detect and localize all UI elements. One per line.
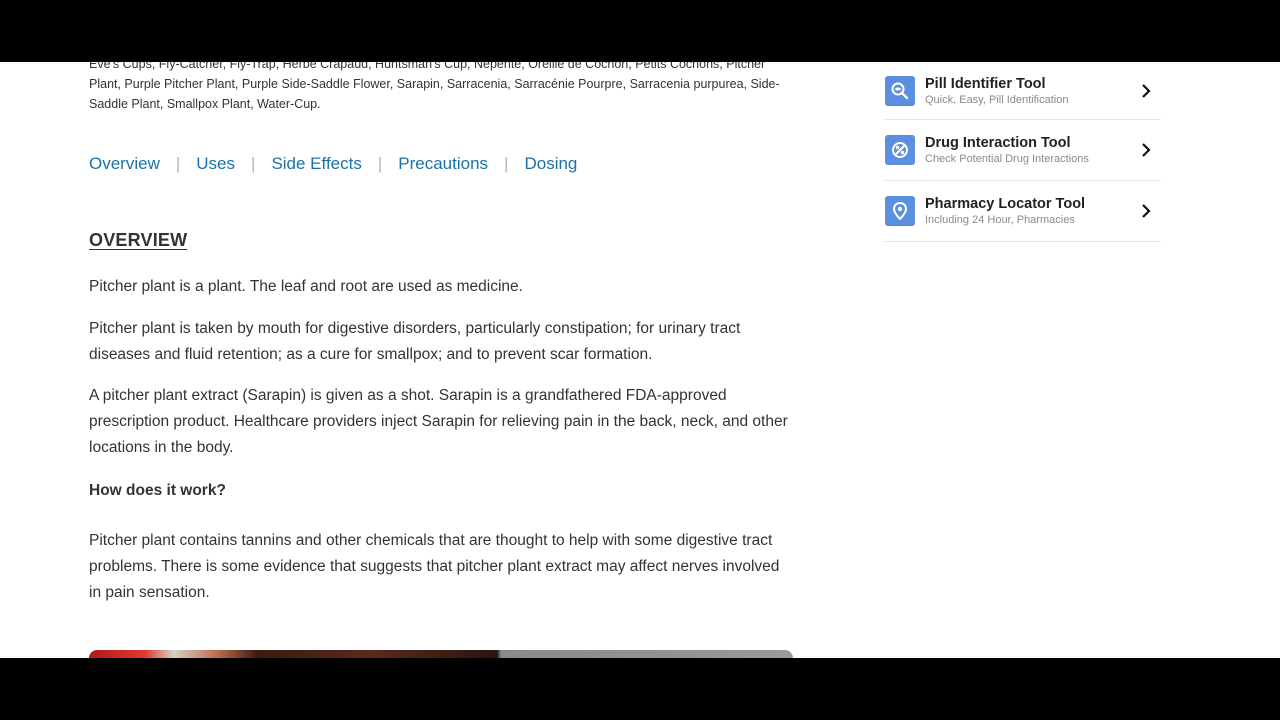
- tab-overview[interactable]: Overview: [89, 154, 160, 174]
- mechanism-paragraph: Pitcher plant contains tannins and other…: [89, 532, 780, 601]
- tab-side-effects[interactable]: Side Effects: [271, 154, 361, 174]
- tab-separator: |: [377, 154, 383, 173]
- tools-sidebar: Pill Identifier Tool Quick, Easy, Pill I…: [885, 62, 1161, 242]
- tool-subtitle: Quick, Easy, Pill Identification: [925, 93, 1069, 106]
- tab-dosing[interactable]: Dosing: [524, 154, 577, 174]
- tab-separator: |: [504, 154, 509, 173]
- article-image-strip: [89, 650, 793, 658]
- chevron-right-icon: [1142, 83, 1151, 98]
- tool-title: Pharmacy Locator Tool: [925, 196, 1086, 212]
- pharmacy-locator-tool-link[interactable]: Pharmacy Locator Tool Including 24 Hour,…: [885, 181, 1161, 242]
- pill-identifier-tool-link[interactable]: Pill Identifier Tool Quick, Easy, Pill I…: [885, 62, 1161, 120]
- overview-paragraph-2: Pitcher plant is taken by mouth for dige…: [89, 320, 741, 363]
- chevron-right-icon: [1142, 143, 1151, 157]
- tab-separator: |: [175, 154, 181, 173]
- subheading-how-it-works: How does it work?: [89, 482, 226, 499]
- tab-separator: |: [251, 154, 256, 173]
- overview-paragraph-3: A pitcher plant extract (Sarapin) is giv…: [89, 387, 788, 456]
- section-title-overview: OVERVIEW: [89, 230, 188, 250]
- page-viewport: Eve's Cups, Fly-Catcher, Fly-Trap, Herbe…: [0, 62, 1280, 658]
- drug-interaction-tool-link[interactable]: Drug Interaction Tool Check Potential Dr…: [885, 120, 1161, 181]
- interaction-icon: [885, 135, 915, 165]
- tool-title: Pill Identifier Tool: [925, 75, 1046, 92]
- overview-paragraph-1: Pitcher plant is a plant. The leaf and r…: [89, 278, 523, 295]
- alias-list: Eve's Cups, Fly-Catcher, Fly-Trap, Herbe…: [89, 62, 780, 111]
- pill-search-icon: [885, 75, 915, 106]
- tool-title: Drug Interaction Tool: [925, 135, 1071, 151]
- tab-precautions[interactable]: Precautions: [398, 154, 488, 174]
- tab-uses[interactable]: Uses: [196, 154, 235, 174]
- location-pin-icon: [885, 196, 915, 226]
- article-tabs: Overview | Uses | Side Effects | Precaut…: [89, 154, 577, 174]
- chevron-right-icon: [1142, 204, 1151, 218]
- tool-subtitle: Check Potential Drug Interactions: [925, 153, 1089, 165]
- tool-subtitle: Including 24 Hour, Pharmacies: [925, 214, 1075, 226]
